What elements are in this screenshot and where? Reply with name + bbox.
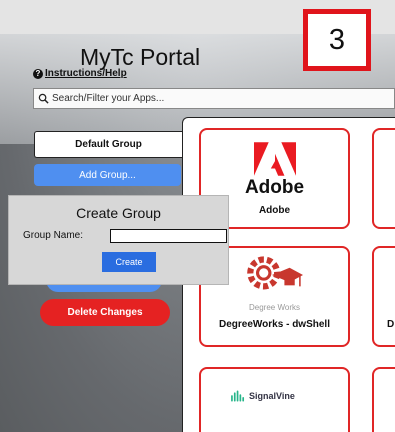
step-marker-number: 3	[328, 23, 346, 56]
adobe-logo-icon	[254, 142, 296, 176]
app-card-partial-3[interactable]	[372, 367, 395, 432]
add-group-button[interactable]: Add Group...	[34, 164, 181, 186]
search-icon	[38, 93, 49, 104]
app-card-partial-2[interactable]: D	[372, 246, 395, 347]
tab-default-group[interactable]: Default Group	[34, 131, 182, 158]
help-link[interactable]: ? Instructions/Help	[33, 68, 127, 79]
group-name-label: Group Name:	[23, 230, 84, 241]
search-bar[interactable]	[33, 88, 395, 109]
create-group-dialog: Create Group Group Name: Create	[8, 195, 229, 285]
question-circle-icon: ?	[33, 68, 43, 79]
create-button[interactable]: Create	[102, 252, 156, 272]
dialog-title: Create Group	[76, 205, 161, 221]
app-name: D	[387, 319, 395, 330]
signalvine-logo-text: SignalVine	[249, 391, 295, 401]
help-link-label: Instructions/Help	[45, 68, 127, 79]
app-card-signalvine[interactable]: SignalVine	[199, 367, 350, 432]
signalvine-logo-icon	[231, 390, 245, 402]
app-card-partial-1[interactable]	[372, 128, 395, 229]
search-input[interactable]	[52, 93, 352, 104]
portal-title: MyTc Portal	[80, 44, 201, 70]
step-marker: 3	[303, 9, 371, 71]
group-name-input[interactable]	[110, 229, 227, 243]
degree-works-logo-text: Degree Works	[249, 303, 300, 312]
app-name: DegreeWorks - dwShell	[219, 319, 330, 330]
degree-works-gear-icon	[247, 256, 303, 290]
delete-changes-button[interactable]: Delete Changes	[40, 299, 170, 326]
